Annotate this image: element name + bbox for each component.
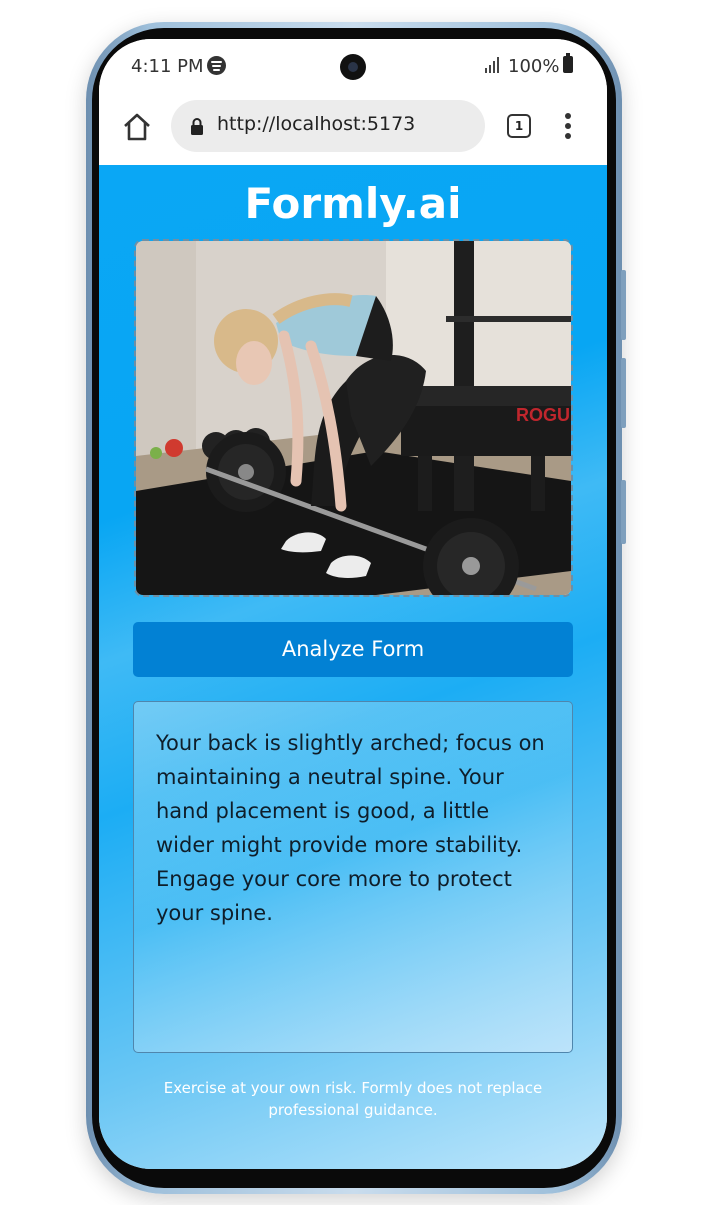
power-button [621, 480, 626, 544]
battery-icon [563, 53, 573, 73]
lock-icon [191, 118, 203, 135]
tabs-icon[interactable]: 1 [507, 114, 531, 138]
phone-screen: 4:11 PM 100% http://localhost:5173 1 For… [99, 39, 607, 1169]
app-title: Formly.ai [244, 179, 462, 228]
disclaimer-text: Exercise at your own risk. Formly does n… [163, 1079, 543, 1119]
volume-down-button [621, 358, 626, 428]
analysis-result-box: Your back is slightly arched; focus on m… [133, 701, 573, 1053]
status-time: 4:11 PM [131, 56, 204, 77]
spotify-icon [207, 56, 226, 75]
status-bar: 4:11 PM 100% [99, 39, 607, 95]
home-icon[interactable] [122, 112, 152, 142]
signal-icon [485, 57, 501, 73]
address-bar[interactable]: http://localhost:5173 [171, 100, 485, 152]
volume-up-button [621, 270, 626, 340]
browser-toolbar: http://localhost:5173 1 [99, 95, 607, 165]
battery-percent: 100% [508, 56, 560, 77]
url-text: http://localhost:5173 [217, 113, 416, 135]
deadlift-photo: ROGUE [136, 241, 571, 595]
app-main: Formly.ai ROGUE [99, 165, 607, 1169]
analyze-form-button[interactable]: Analyze Form [133, 622, 573, 677]
more-vertical-icon[interactable] [564, 113, 572, 139]
rogue-logo: ROGUE [516, 405, 571, 425]
front-camera [340, 54, 366, 80]
uploaded-photo[interactable]: ROGUE [134, 239, 573, 597]
analysis-result-text: Your back is slightly arched; focus on m… [156, 731, 545, 925]
